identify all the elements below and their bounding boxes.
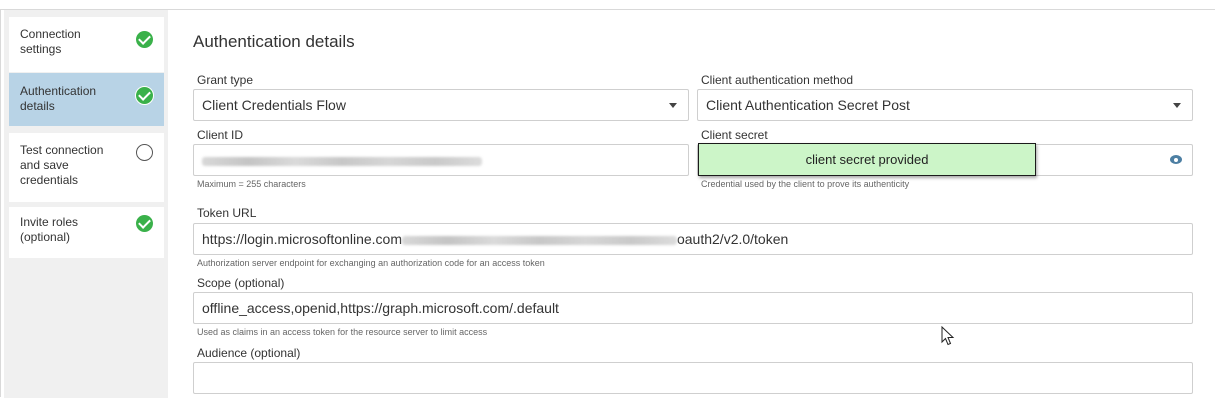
step-label: Invite roles (optional) [20,215,79,244]
step-label: Connection settings [20,27,81,56]
caret-down-icon [669,103,677,108]
token-url-label: Token URL [197,206,257,220]
token-url-input[interactable]: https://login.microsoftonline.com oauth2/… [193,223,1193,255]
check-circle-icon [136,31,153,48]
scope-hint: Used as claims in an access token for th… [197,327,488,337]
main-panel: Authentication details Grant type Client… [169,10,1215,397]
step-label: Authentication details [20,84,97,113]
client-id-hint: Maximum = 255 characters [197,179,306,189]
step-connection-settings[interactable]: Connection settings [9,17,164,72]
caret-down-icon [1173,103,1181,108]
scope-value: offline_access,openid,https://graph.micr… [202,300,559,316]
client-id-label: Client ID [197,128,244,142]
token-url-hint: Authorization server endpoint for exchan… [197,258,545,268]
client-auth-method-label: Client authentication method [701,73,854,87]
check-circle-icon [136,215,153,232]
mouse-cursor-icon [941,326,955,346]
grant-type-label: Grant type [197,73,254,87]
grant-type-value: Client Credentials Flow [202,97,346,113]
wizard-frame: Connection settings Authentication detai… [0,9,1215,398]
empty-circle-icon [136,144,153,161]
redacted-client-id [202,156,482,166]
step-authentication-details[interactable]: Authentication details [9,73,164,126]
scope-input[interactable]: offline_access,openid,https://graph.micr… [193,292,1193,324]
step-test-connection[interactable]: Test connection and save credentials [9,133,164,202]
page-title: Authentication details [193,32,355,51]
grant-type-select[interactable]: Client Credentials Flow [193,89,689,121]
step-label: Test connection and save credentials [20,143,104,187]
wizard-steps-sidebar: Connection settings Authentication detai… [4,10,168,398]
client-secret-provided-badge: client secret provided [698,143,1036,176]
client-auth-method-value: Client Authentication Secret Post [706,97,910,113]
client-secret-label: Client secret [701,128,768,142]
eye-icon[interactable] [1170,155,1182,164]
redacted-tenant-id [401,235,677,245]
audience-input[interactable] [193,362,1193,394]
check-circle-icon [135,86,154,105]
token-url-suffix: oauth2/v2.0/token [676,231,789,247]
token-url-prefix: https://login.microsoftonline.com [202,231,402,247]
audience-label: Audience (optional) [197,346,301,360]
step-invite-roles[interactable]: Invite roles (optional) [9,207,164,258]
scope-label: Scope (optional) [197,276,285,290]
client-auth-method-select[interactable]: Client Authentication Secret Post [697,89,1193,121]
client-id-input[interactable] [193,144,689,176]
client-secret-hint: Credential used by the client to prove i… [701,179,910,189]
